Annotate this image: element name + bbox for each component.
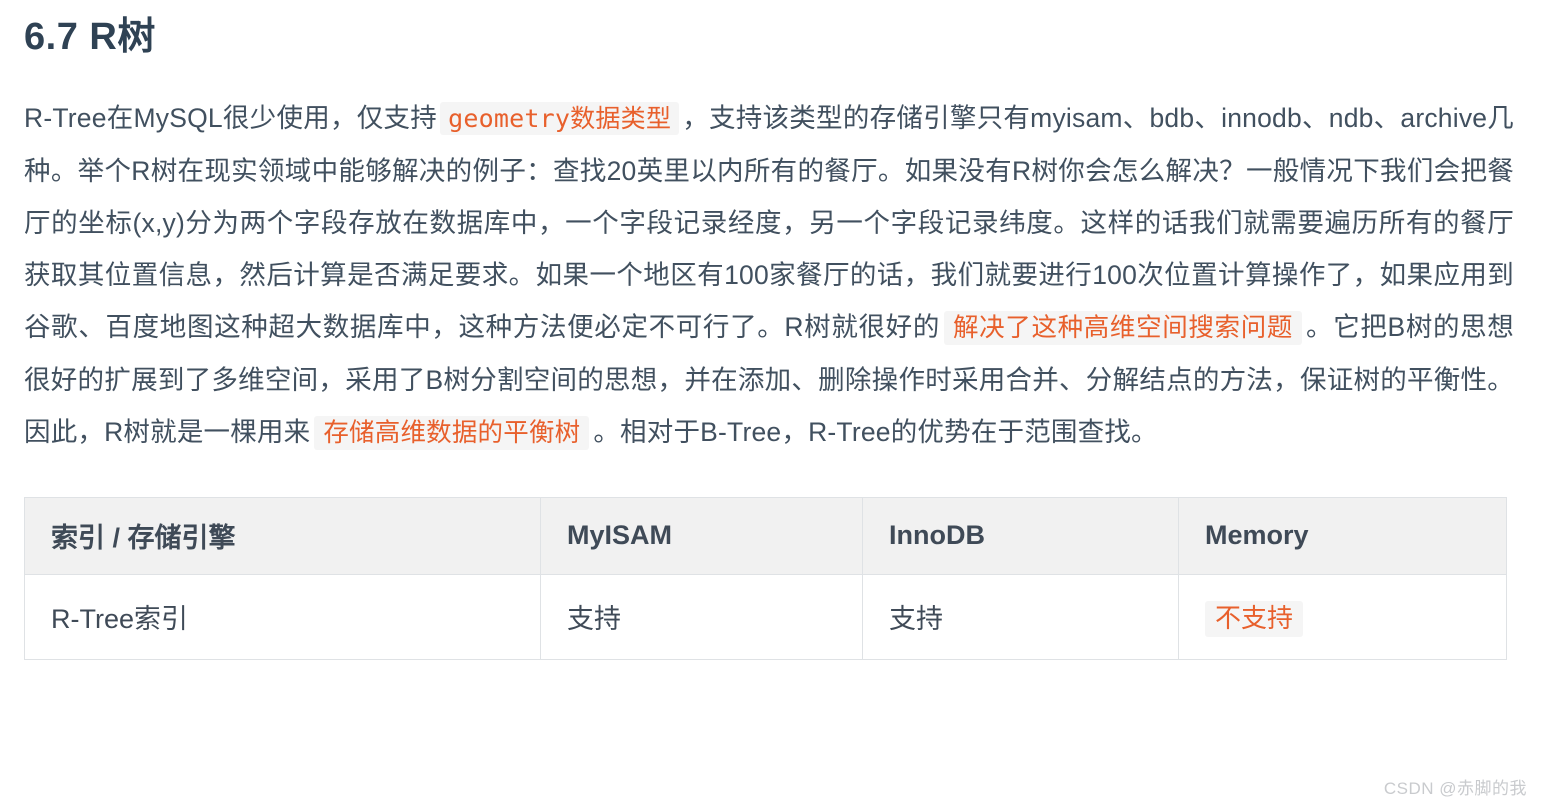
index-support-table: 索引 / 存储引擎 MyISAM InnoDB Memory R-Tree索引 …: [24, 496, 1507, 660]
cell-memory-support: 不支持: [1178, 573, 1507, 660]
cell-index-name: R-Tree索引: [24, 573, 541, 660]
table-head: 索引 / 存储引擎 MyISAM InnoDB Memory: [24, 496, 1507, 575]
inline-code-balanced-tree: 存储高维数据的平衡树: [314, 415, 590, 450]
paragraph-segment-4: 。相对于B-Tree，R-Tree的优势在于范围查找。: [593, 416, 1158, 447]
cell-myisam-support: 支持: [540, 573, 863, 660]
paragraph-segment-1: R-Tree在MySQL很少使用，仅支持: [24, 102, 438, 133]
column-header-innodb: InnoDB: [862, 496, 1179, 575]
page-title: 6.7 R树: [24, 16, 156, 58]
table-body: R-Tree索引 支持 支持 不支持: [24, 573, 1507, 660]
table-row: R-Tree索引 支持 支持 不支持: [24, 573, 1507, 660]
column-header-myisam: MyISAM: [540, 496, 863, 575]
inline-code-geometry-type: geometry数据类型: [440, 101, 680, 135]
inline-code-high-dimensional-search: 解决了这种高维空间搜索问题: [943, 310, 1303, 345]
csdn-watermark: CSDN @赤脚的我: [1383, 779, 1527, 798]
article-page: 6.7 R树 R-Tree在MySQL很少使用，仅支持 geometry数据类型，…: [0, 0, 1549, 807]
column-header-memory: Memory: [1178, 496, 1507, 575]
status-badge-not-supported: 不支持: [1205, 601, 1304, 637]
article-body-paragraph: R-Tree在MySQL很少使用，仅支持 geometry数据类型 ，支持该类型的存…: [24, 62, 1514, 459]
inline-code-cjk-text: 数据类型: [570, 103, 672, 133]
inline-code-mono-text: geometry: [448, 103, 571, 133]
cell-innodb-support: 支持: [862, 573, 1179, 660]
paragraph-segment-2: ，支持该类型的存储引擎只有myisam、bdb、innodb、ndb、archi…: [24, 102, 1514, 342]
table-header-row: 索引 / 存储引擎 MyISAM InnoDB Memory: [24, 496, 1507, 575]
column-header-index-engine: 索引 / 存储引擎: [24, 496, 541, 575]
